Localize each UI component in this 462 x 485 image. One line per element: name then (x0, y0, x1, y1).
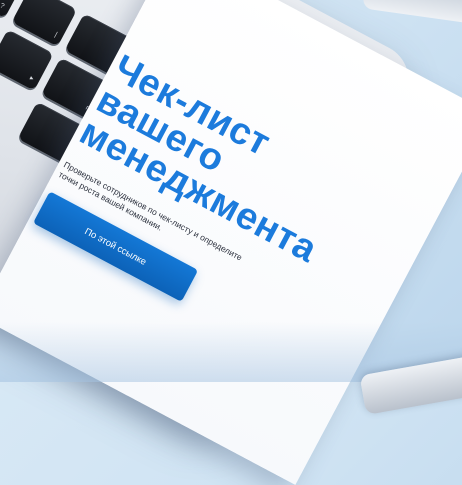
background-device-top (362, 0, 462, 24)
